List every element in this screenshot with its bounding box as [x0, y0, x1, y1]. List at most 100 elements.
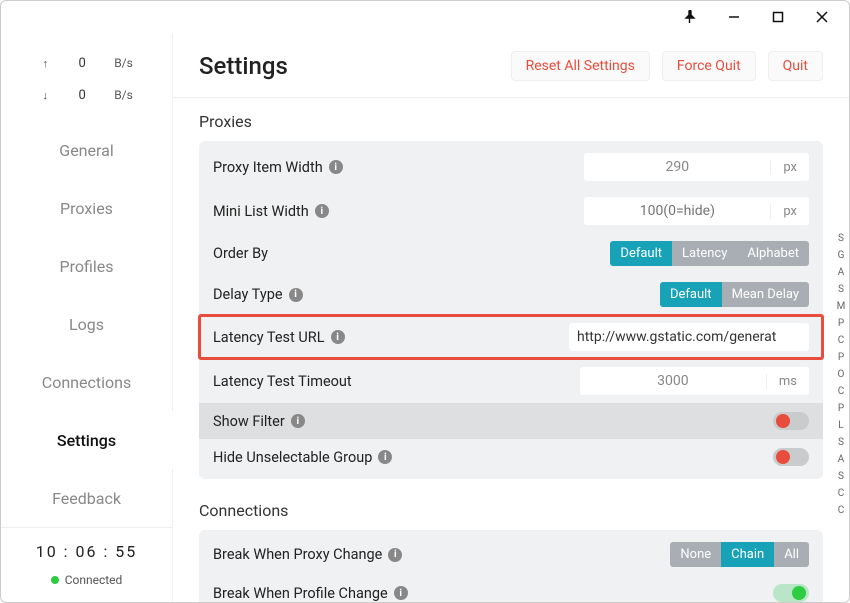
info-icon[interactable]: i: [289, 288, 303, 302]
letter-index-item[interactable]: M: [836, 301, 846, 312]
label-show-filter: Show Filter: [213, 413, 285, 430]
upload-speed: ↑ 0 B/s: [1, 47, 172, 79]
info-icon[interactable]: i: [378, 450, 392, 464]
arrow-down-icon: ↓: [40, 89, 50, 102]
break-proxy-segment: None Chain All: [670, 542, 809, 567]
nav-feedback[interactable]: Feedback: [1, 469, 172, 527]
app-window: ↑ 0 B/s ↓ 0 B/s General Proxies Profiles…: [0, 0, 850, 603]
connection-status: Connected: [51, 573, 123, 587]
maximize-icon[interactable]: [769, 8, 787, 26]
row-mini-list-width: Mini List Width i px: [199, 189, 823, 233]
download-speed: ↓ 0 B/s: [1, 79, 172, 111]
reset-button[interactable]: Reset All Settings: [511, 51, 650, 81]
letter-index-item[interactable]: C: [836, 335, 846, 346]
info-icon[interactable]: i: [394, 586, 408, 600]
delay-type-segment: Default Mean Delay: [660, 282, 809, 307]
letter-index-item[interactable]: S: [836, 233, 846, 244]
info-icon[interactable]: i: [291, 414, 305, 428]
letter-index-item[interactable]: S: [836, 437, 846, 448]
break-proxy-chain[interactable]: Chain: [721, 542, 774, 567]
label-hide-unselectable: Hide Unselectable Group: [213, 449, 372, 466]
row-proxy-item-width: Proxy Item Width i px: [199, 145, 823, 189]
show-filter-toggle[interactable]: [773, 412, 809, 430]
titlebar: [1, 1, 849, 33]
clock: 10 : 06 : 55: [1, 542, 172, 561]
nav-logs[interactable]: Logs: [1, 295, 172, 353]
letter-index-item[interactable]: P: [836, 318, 846, 329]
info-icon[interactable]: i: [388, 548, 402, 562]
header-actions: Reset All Settings Force Quit Quit: [511, 51, 823, 81]
mini-list-width-input[interactable]: [584, 203, 770, 219]
letter-index-item[interactable]: S: [836, 471, 846, 482]
letter-index-item[interactable]: P: [836, 352, 846, 363]
letter-index-item[interactable]: C: [836, 386, 846, 397]
section-proxies-title: Proxies: [199, 112, 823, 131]
status-panel: 10 : 06 : 55 Connected: [1, 527, 172, 602]
mini-list-width-input-wrap: px: [584, 197, 809, 225]
nav-proxies[interactable]: Proxies: [1, 179, 172, 237]
letter-index-item[interactable]: C: [836, 505, 846, 516]
content[interactable]: Proxies Proxy Item Width i px Mini List W…: [173, 98, 849, 602]
upload-unit: B/s: [114, 56, 133, 70]
letter-index: SGASMPCPOCPLSASCC: [836, 233, 846, 516]
row-break-proxy: Break When Proxy Change i None Chain All: [199, 534, 823, 575]
force-quit-button[interactable]: Force Quit: [662, 51, 756, 81]
proxy-item-width-unit: px: [770, 160, 809, 175]
letter-index-item[interactable]: O: [836, 369, 846, 380]
info-icon[interactable]: i: [331, 330, 345, 344]
order-by-default[interactable]: Default: [610, 241, 672, 266]
letter-index-item[interactable]: G: [836, 250, 846, 261]
mini-list-width-unit: px: [770, 204, 809, 219]
status-dot-icon: [51, 576, 59, 584]
info-icon[interactable]: i: [329, 160, 343, 174]
label-mini-list-width: Mini List Width: [213, 203, 309, 220]
break-proxy-all[interactable]: All: [774, 542, 809, 567]
nav-general[interactable]: General: [1, 121, 172, 179]
letter-index-item[interactable]: C: [836, 488, 846, 499]
pin-icon[interactable]: [681, 8, 699, 26]
letter-index-item[interactable]: S: [836, 284, 846, 295]
break-profile-toggle[interactable]: [773, 584, 809, 602]
quit-button[interactable]: Quit: [768, 51, 823, 81]
row-hide-unselectable: Hide Unselectable Group i: [199, 439, 823, 475]
letter-index-item[interactable]: A: [836, 267, 846, 278]
row-show-filter: Show Filter i: [199, 403, 823, 439]
order-by-segment: Default Latency Alphabet: [610, 241, 809, 266]
hide-unselectable-toggle[interactable]: [773, 448, 809, 466]
latency-url-input-wrap: [569, 323, 809, 351]
row-break-profile: Break When Profile Changei: [199, 575, 823, 602]
proxy-item-width-input[interactable]: [584, 159, 770, 175]
connections-panel: Break When Proxy Changei None Chain All …: [199, 530, 823, 602]
nav-profiles[interactable]: Profiles: [1, 237, 172, 295]
order-by-latency[interactable]: Latency: [672, 241, 737, 266]
delay-type-default[interactable]: Default: [660, 282, 722, 307]
letter-index-item[interactable]: L: [836, 420, 846, 431]
row-latency-timeout: Latency Test Timeout ms: [199, 359, 823, 403]
delay-type-mean[interactable]: Mean Delay: [722, 282, 809, 307]
latency-timeout-unit: ms: [766, 374, 809, 389]
upload-value: 0: [72, 56, 92, 71]
nav: General Proxies Profiles Logs Connection…: [1, 121, 172, 527]
info-icon[interactable]: i: [315, 204, 329, 218]
close-icon[interactable]: [813, 8, 831, 26]
latency-url-input[interactable]: [569, 329, 809, 345]
speed-panel: ↑ 0 B/s ↓ 0 B/s: [1, 33, 172, 121]
section-connections-title: Connections: [199, 501, 823, 520]
download-unit: B/s: [114, 88, 133, 102]
label-proxy-item-width: Proxy Item Width: [213, 159, 323, 176]
letter-index-item[interactable]: A: [836, 454, 846, 465]
label-break-proxy: Break When Proxy Change: [213, 546, 382, 563]
body: ↑ 0 B/s ↓ 0 B/s General Proxies Profiles…: [1, 33, 849, 602]
nav-settings[interactable]: Settings: [1, 411, 172, 469]
nav-connections[interactable]: Connections: [1, 353, 172, 411]
proxy-item-width-input-wrap: px: [584, 153, 809, 181]
minimize-icon[interactable]: [725, 8, 743, 26]
order-by-alphabet[interactable]: Alphabet: [737, 241, 809, 266]
break-proxy-none[interactable]: None: [670, 542, 721, 567]
row-order-by: Order By Default Latency Alphabet: [199, 233, 823, 274]
letter-index-item[interactable]: P: [836, 403, 846, 414]
label-order-by: Order By: [213, 245, 268, 262]
latency-timeout-input[interactable]: [580, 373, 766, 389]
latency-timeout-input-wrap: ms: [580, 367, 809, 395]
page-title: Settings: [199, 52, 288, 80]
